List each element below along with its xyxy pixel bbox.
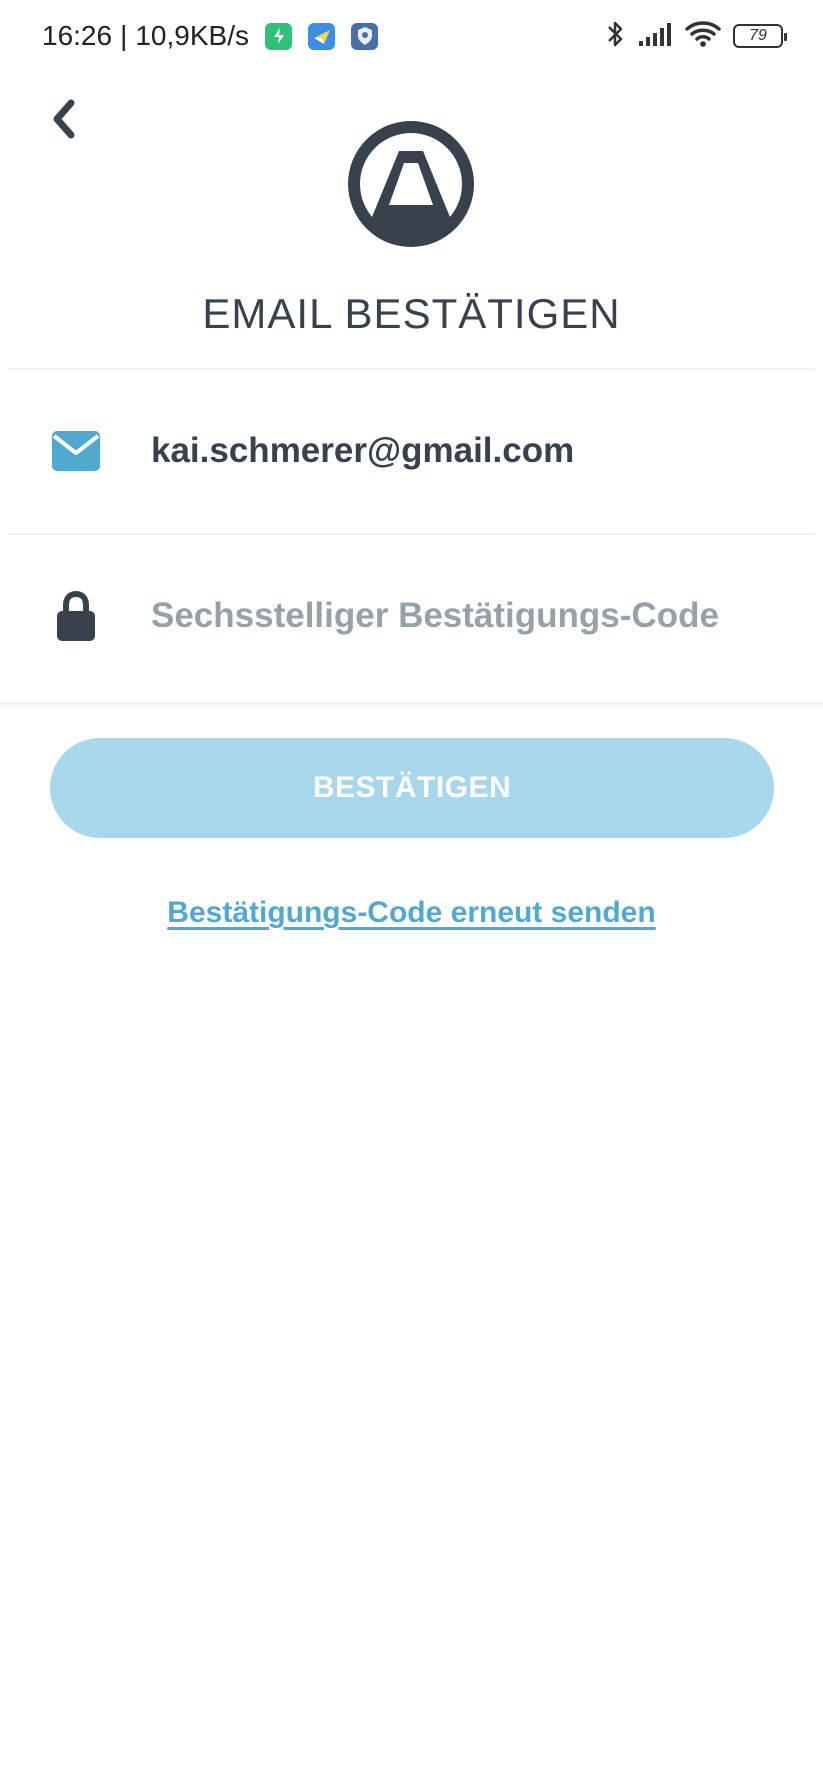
lock-icon — [57, 591, 95, 641]
code-row — [0, 535, 823, 697]
paper-plane-app-icon — [308, 22, 335, 50]
back-button[interactable] — [38, 94, 88, 144]
confirm-button[interactable]: BESTÄTIGEN — [50, 738, 774, 838]
verify-email-screen: 16:26 | 10,9KB/s 79 EMAIL BESTÄTIGEN kai… — [0, 0, 823, 1783]
shield-app-icon — [351, 22, 378, 50]
wifi-icon — [685, 20, 721, 53]
signal-icon — [637, 21, 673, 52]
status-right: 79 — [605, 19, 787, 54]
chevron-left-icon — [53, 99, 75, 139]
brand-logo-icon — [348, 121, 474, 247]
email-value: kai.schmerer@gmail.com — [151, 431, 575, 470]
envelope-icon — [52, 431, 100, 471]
resend-code-row: Bestätigungs-Code erneut senden — [0, 896, 823, 930]
status-time: 16:26 — [42, 20, 113, 51]
page-title: EMAIL BESTÄTIGEN — [202, 290, 621, 337]
bluetooth-icon — [605, 19, 625, 54]
status-left: 16:26 | 10,9KB/s — [42, 20, 378, 52]
status-network-speed: 10,9KB/s — [135, 20, 249, 51]
battery-level: 79 — [749, 27, 767, 44]
resend-code-link[interactable]: Bestätigungs-Code erneut senden — [167, 896, 655, 929]
status-separator: | — [120, 20, 128, 51]
code-input[interactable] — [151, 586, 771, 646]
status-bar: 16:26 | 10,9KB/s 79 — [0, 0, 823, 72]
email-row: kai.schmerer@gmail.com — [0, 370, 823, 532]
green-app-icon — [265, 22, 292, 50]
battery-icon: 79 — [733, 24, 787, 48]
form-bottom-shadow — [0, 702, 823, 708]
